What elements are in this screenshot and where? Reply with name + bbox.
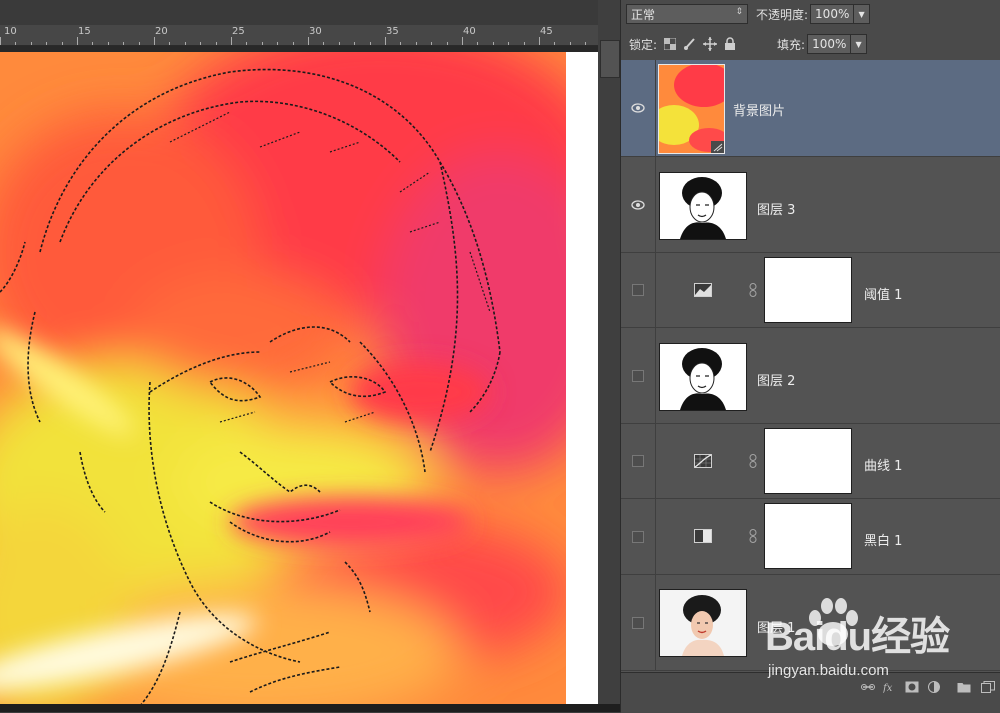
new-group-folder-icon[interactable] (957, 681, 971, 693)
blend-mode-select[interactable]: 正常 ⇕ (626, 4, 748, 24)
portrait-artwork[interactable] (0, 52, 566, 706)
canvas-pasteboard (566, 52, 600, 706)
color-portrait-thumbnail-icon (660, 590, 746, 656)
layer-name[interactable]: 曲线 1 (864, 455, 902, 474)
layer-thumbnail (659, 343, 747, 411)
ruler-number: 20 (155, 26, 168, 37)
layer-thumbnail (658, 64, 725, 154)
layer-mask-thumbnail[interactable] (764, 503, 852, 569)
layer-name[interactable]: 图层 3 (757, 199, 795, 218)
layer-thumbnail (659, 172, 747, 240)
layer-visibility-toggle[interactable] (621, 328, 656, 423)
layer-row[interactable]: 黑白 1 (621, 499, 1000, 575)
eye-icon (631, 199, 645, 210)
layer-visibility-toggle[interactable] (621, 575, 656, 670)
lock-position-icon[interactable] (703, 37, 718, 51)
layer-name[interactable]: 图层 1 (757, 617, 795, 636)
ruler-ticks (0, 37, 586, 45)
opacity-label: 不透明度: (756, 7, 809, 22)
layer-name[interactable]: 图层 2 (757, 370, 795, 389)
updown-arrows-icon: ⇕ (735, 7, 743, 17)
layer-name[interactable]: 黑白 1 (864, 530, 902, 549)
visibility-off-box (632, 530, 644, 543)
chevron-down-icon: ▼ (858, 9, 865, 19)
fill-input[interactable]: 100% (807, 34, 852, 54)
opacity-input[interactable]: 100% (810, 4, 855, 24)
layer-list[interactable]: 背景图片 图层 3 阈值 1 图层 2 曲线 1 黑白 1 图层 1 (621, 60, 1000, 672)
ruler-number: 30 (309, 26, 322, 37)
new-layer-icon[interactable] (981, 681, 995, 693)
visibility-off-box (632, 616, 644, 629)
layer-visibility-toggle[interactable] (621, 157, 656, 252)
layer-visibility-toggle[interactable] (621, 499, 656, 574)
lock-image-pixels-icon[interactable] (683, 37, 697, 51)
layer-name[interactable]: 背景图片 (733, 100, 785, 119)
ruler-number: 40 (463, 26, 476, 37)
portrait-thumbnail-icon (660, 344, 746, 410)
add-mask-icon[interactable] (905, 681, 919, 693)
layer-name[interactable]: 阈值 1 (864, 284, 902, 303)
layers-panel: 正常 ⇕ 不透明度: 100% ▼ 锁定: 填充: 100% ▼ 背景图片 图层… (620, 0, 1000, 713)
layer-row[interactable]: 图层 2 (621, 328, 1000, 424)
ruler-number: 15 (78, 26, 91, 37)
layer-row[interactable]: 图层 3 (621, 157, 1000, 253)
visibility-off-box (632, 455, 644, 467)
horizontal-scrollbar[interactable] (0, 704, 620, 712)
layers-panel-toolbar: 正常 ⇕ 不透明度: 100% ▼ 锁定: 填充: 100% ▼ (621, 0, 1000, 61)
fx-layer-style-icon[interactable]: fx (883, 681, 897, 693)
ruler-number: 45 (540, 26, 553, 37)
ruler-number: 35 (386, 26, 399, 37)
fill-label: 填充: (777, 37, 806, 52)
ruler-number: 25 (232, 26, 245, 37)
visibility-off-box (632, 369, 644, 382)
layer-visibility-toggle[interactable] (621, 424, 656, 498)
lock-all-icon[interactable] (723, 37, 737, 51)
eye-icon (631, 103, 645, 113)
fill-dropdown-button[interactable]: ▼ (851, 34, 868, 54)
panel-dock-edge (598, 0, 620, 712)
new-adjustment-layer-icon[interactable] (927, 681, 941, 693)
artwork-thumbnail-icon (659, 65, 724, 153)
link-chain-icon[interactable] (749, 283, 757, 297)
portrait-thumbnail-icon (660, 173, 746, 239)
ruler-number: 10 (4, 26, 17, 37)
document-tab-strip (0, 0, 620, 25)
layer-row[interactable]: 阈值 1 (621, 253, 1000, 328)
threshold-adjustment-icon (694, 283, 712, 297)
layers-panel-footer: fx (621, 672, 1000, 713)
curves-adjustment-icon (694, 454, 712, 468)
horizontal-ruler[interactable]: 10 15 20 25 30 35 40 45 (0, 25, 598, 46)
lock-label: 锁定: (629, 37, 658, 52)
layer-mask-thumbnail[interactable] (764, 257, 852, 323)
fill-value: 100% (812, 37, 847, 51)
layer-row[interactable]: 背景图片 (621, 60, 1000, 157)
link-chain-icon[interactable] (749, 454, 757, 468)
document-canvas-area[interactable]: 10 15 20 25 30 35 40 45 (0, 0, 620, 712)
black-white-adjustment-icon (694, 529, 712, 543)
layer-mask-thumbnail[interactable] (764, 428, 852, 494)
chevron-down-icon: ▼ (855, 39, 862, 49)
opacity-value: 100% (815, 7, 850, 21)
link-chain-icon[interactable] (749, 529, 757, 543)
layer-visibility-toggle[interactable] (621, 60, 656, 156)
layer-visibility-toggle[interactable] (621, 253, 656, 327)
blend-mode-value: 正常 (631, 7, 656, 22)
svg-text:fx: fx (883, 683, 893, 693)
link-layers-icon[interactable] (861, 681, 875, 693)
lock-transparent-pixels-icon[interactable] (663, 37, 677, 51)
panel-collapse-button[interactable] (600, 40, 620, 78)
opacity-dropdown-button[interactable]: ▼ (854, 4, 871, 24)
layer-row[interactable]: 图层 1 (621, 575, 1000, 671)
layer-thumbnail (659, 589, 747, 657)
visibility-off-box (632, 284, 644, 296)
layer-row[interactable]: 曲线 1 (621, 424, 1000, 499)
